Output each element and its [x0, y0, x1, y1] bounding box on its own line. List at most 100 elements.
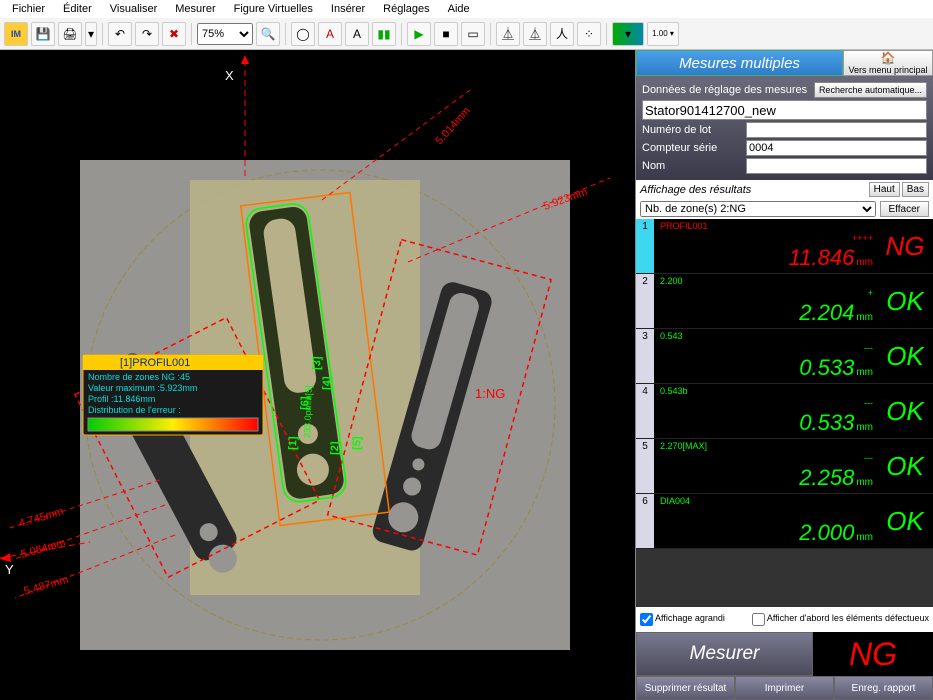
svg-text:[2]: [2] [329, 441, 341, 455]
zoom-fit-icon[interactable]: 🔍 [256, 22, 280, 46]
save-icon[interactable]: 💾 [31, 22, 55, 46]
info-popup: [1]PROFIL001 Nombre de zones NG :45 Vale… [83, 355, 263, 435]
result-status: OK [877, 494, 933, 548]
global-status: NG [813, 632, 933, 676]
result-index: 6 [636, 494, 654, 548]
svg-text:Y: Y [5, 562, 14, 577]
tool-text-b-icon[interactable]: A [345, 22, 369, 46]
tree3-icon[interactable]: 人 [550, 22, 574, 46]
svg-text:Valeur maximum :5.923mm: Valeur maximum :5.923mm [88, 383, 197, 393]
measure-button[interactable]: Mesurer [636, 632, 813, 676]
svg-text:Distribution de l'erreur :: Distribution de l'erreur : [88, 405, 181, 415]
menu-fichier[interactable]: Fichier [4, 1, 53, 17]
panel-title: Mesures multiples [636, 50, 843, 76]
result-index: 3 [636, 329, 654, 383]
svg-text:[1]: [1] [287, 436, 299, 450]
serial-input[interactable] [746, 140, 927, 156]
result-row[interactable]: 3 0.543 --- 0.533mm OK [636, 329, 933, 384]
result-index: 5 [636, 439, 654, 493]
svg-text:5.487mm: 5.487mm [23, 574, 70, 598]
nom-input[interactable] [746, 158, 927, 174]
svg-text:[3]: [3] [311, 356, 323, 370]
color-icon[interactable]: ▾ [612, 22, 644, 46]
menu-visualiser[interactable]: Visualiser [102, 1, 166, 17]
icon-btn-logo[interactable]: IM [4, 22, 28, 46]
svg-text:5.084mm: 5.084mm [20, 537, 67, 561]
tree-icon[interactable]: ⏅ [496, 22, 520, 46]
auto-search-button[interactable]: Recherche automatique... [814, 82, 927, 98]
svg-text:X: X [225, 68, 234, 83]
print-icon[interactable]: 🖨 [58, 22, 82, 46]
check-enlarged[interactable]: Affichage agrandi [640, 613, 725, 626]
menu-bar: FichierÉditerVisualiserMesurerFigure Vir… [0, 0, 933, 18]
effacer-button[interactable]: Effacer [880, 201, 930, 217]
menu-éditer[interactable]: Éditer [55, 1, 100, 17]
bas-button[interactable]: Bas [902, 182, 929, 197]
menu-mesurer[interactable]: Mesurer [167, 1, 223, 17]
settings-title: Données de réglage des mesures [642, 84, 810, 96]
delete-icon[interactable]: ✖ [162, 22, 186, 46]
result-status: OK [877, 329, 933, 383]
toolbar: IM 💾 🖨 ▾ ↶ ↷ ✖ 75% 🔍 ◯ A A ▮▮ ▶ ■ ▭ ⏅ ⏅ … [0, 18, 933, 50]
zoom-select[interactable]: 75% [197, 23, 253, 45]
svg-text:[4]: [4] [321, 376, 333, 390]
result-row[interactable]: 6 DIA004 2.000mm OK [636, 494, 933, 549]
result-row[interactable]: 1 PROFIL001 ++++ 11.846mm NG [636, 219, 933, 274]
result-status: NG [877, 219, 933, 273]
measurement-viewport[interactable]: X Y 5.014mm 5.923mm 4.745mm 5.084mm 5.48… [0, 50, 635, 700]
result-value: 11.846 [789, 245, 855, 271]
result-label: PROFIL001 [660, 221, 873, 231]
svg-text:[5]: [5] [351, 436, 363, 450]
results-title: Affichage des résultats [640, 184, 867, 196]
haut-button[interactable]: Haut [869, 182, 900, 197]
result-index: 1 [636, 219, 654, 273]
result-label: 2.200 [660, 276, 873, 286]
menu-réglages[interactable]: Réglages [375, 1, 437, 17]
check-defects-first[interactable]: Afficher d'abord les éléments défectueux [752, 613, 929, 626]
home-icon: 🏠 [881, 51, 896, 65]
program-name-input[interactable] [642, 100, 927, 120]
tool-outline-icon[interactable]: ◯ [291, 22, 315, 46]
result-status: OK [877, 274, 933, 328]
right-panel: Mesures multiples 🏠Vers menu principal D… [635, 50, 933, 700]
svg-text:233.0pmm[5]: 233.0pmm[5] [302, 385, 314, 438]
play-icon[interactable]: ▶ [407, 22, 431, 46]
zone-select[interactable]: Nb. de zone(s) 2:NG [640, 201, 876, 217]
stop-icon[interactable]: ■ [434, 22, 458, 46]
result-value: 0.533 [799, 410, 854, 436]
result-row[interactable]: 5 2.270[MAX] --- 2.258mm OK [636, 439, 933, 494]
result-row[interactable]: 4 0.543b --- 0.533mm OK [636, 384, 933, 439]
print-button[interactable]: Imprimer [735, 676, 834, 700]
settings-section: Données de réglage des mesures Recherche… [636, 76, 933, 180]
undo-icon[interactable]: ↶ [108, 22, 132, 46]
dropdown-icon[interactable]: ▾ [85, 22, 97, 46]
result-status: OK [877, 439, 933, 493]
tool-barcode-icon[interactable]: ▮▮ [372, 22, 396, 46]
results-list: 1 PROFIL001 ++++ 11.846mm NG 2 2.200 + 2… [636, 219, 933, 607]
home-button[interactable]: 🏠Vers menu principal [843, 50, 933, 76]
svg-text:4.745mm: 4.745mm [18, 506, 65, 530]
delete-result-button[interactable]: Supprimer résultat [636, 676, 735, 700]
result-label: DIA004 [660, 496, 873, 506]
menu-aide[interactable]: Aide [440, 1, 478, 17]
result-label: 2.270[MAX] [660, 441, 873, 451]
line-style-icon[interactable]: 1.00 ▾ [647, 22, 679, 46]
result-value: 2.000 [799, 520, 854, 546]
tree2-icon[interactable]: ⏅ [523, 22, 547, 46]
svg-text:Nombre de zones NG :45: Nombre de zones NG :45 [88, 372, 190, 382]
grid-icon[interactable]: ⁘ [577, 22, 601, 46]
lot-input[interactable] [746, 122, 927, 138]
rect-icon[interactable]: ▭ [461, 22, 485, 46]
result-row[interactable]: 2 2.200 + 2.204mm OK [636, 274, 933, 329]
result-value: 0.533 [799, 355, 854, 381]
save-report-button[interactable]: Enreg. rapport [834, 676, 933, 700]
result-index: 2 [636, 274, 654, 328]
svg-text:[1]PROFIL001: [1]PROFIL001 [120, 357, 190, 369]
menu-figure virtuelles[interactable]: Figure Virtuelles [226, 1, 321, 17]
redo-icon[interactable]: ↷ [135, 22, 159, 46]
result-value: 2.258 [799, 465, 854, 491]
tool-text-a-icon[interactable]: A [318, 22, 342, 46]
result-label: 0.543 [660, 331, 873, 341]
result-index: 4 [636, 384, 654, 438]
menu-insérer[interactable]: Insérer [323, 1, 373, 17]
